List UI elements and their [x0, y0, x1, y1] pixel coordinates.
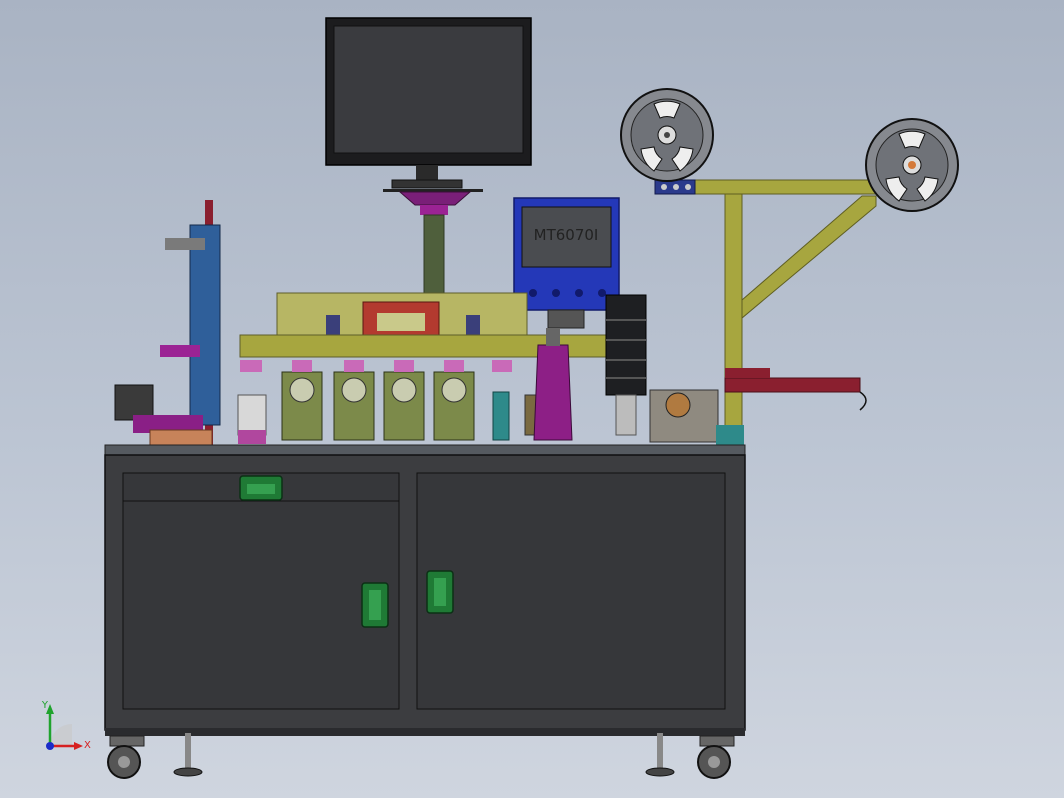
cabinet	[104, 454, 746, 736]
cabinet-door-left[interactable]	[361, 582, 389, 628]
reel-right	[865, 118, 959, 212]
leveling-foot-left	[173, 733, 203, 777]
caster-right	[697, 735, 735, 779]
monitor-stand	[383, 189, 483, 296]
triad-x-label: X	[84, 740, 91, 751]
reel-left	[620, 88, 714, 182]
caster-left	[107, 735, 145, 779]
leveling-foot-right	[645, 733, 675, 777]
machine-table	[104, 444, 746, 456]
hmi-model-label: MT6070I	[534, 226, 599, 244]
cabinet-door-right[interactable]	[426, 570, 454, 614]
monitor	[325, 17, 532, 189]
coordinate-triad: Y X	[41, 700, 91, 751]
hmi-panel: MT6070I	[513, 197, 620, 329]
cabinet-drawer[interactable]	[239, 475, 283, 501]
cad-viewport[interactable]: MT6070I Y X	[0, 0, 1064, 798]
triad-y-label: Y	[41, 700, 49, 711]
